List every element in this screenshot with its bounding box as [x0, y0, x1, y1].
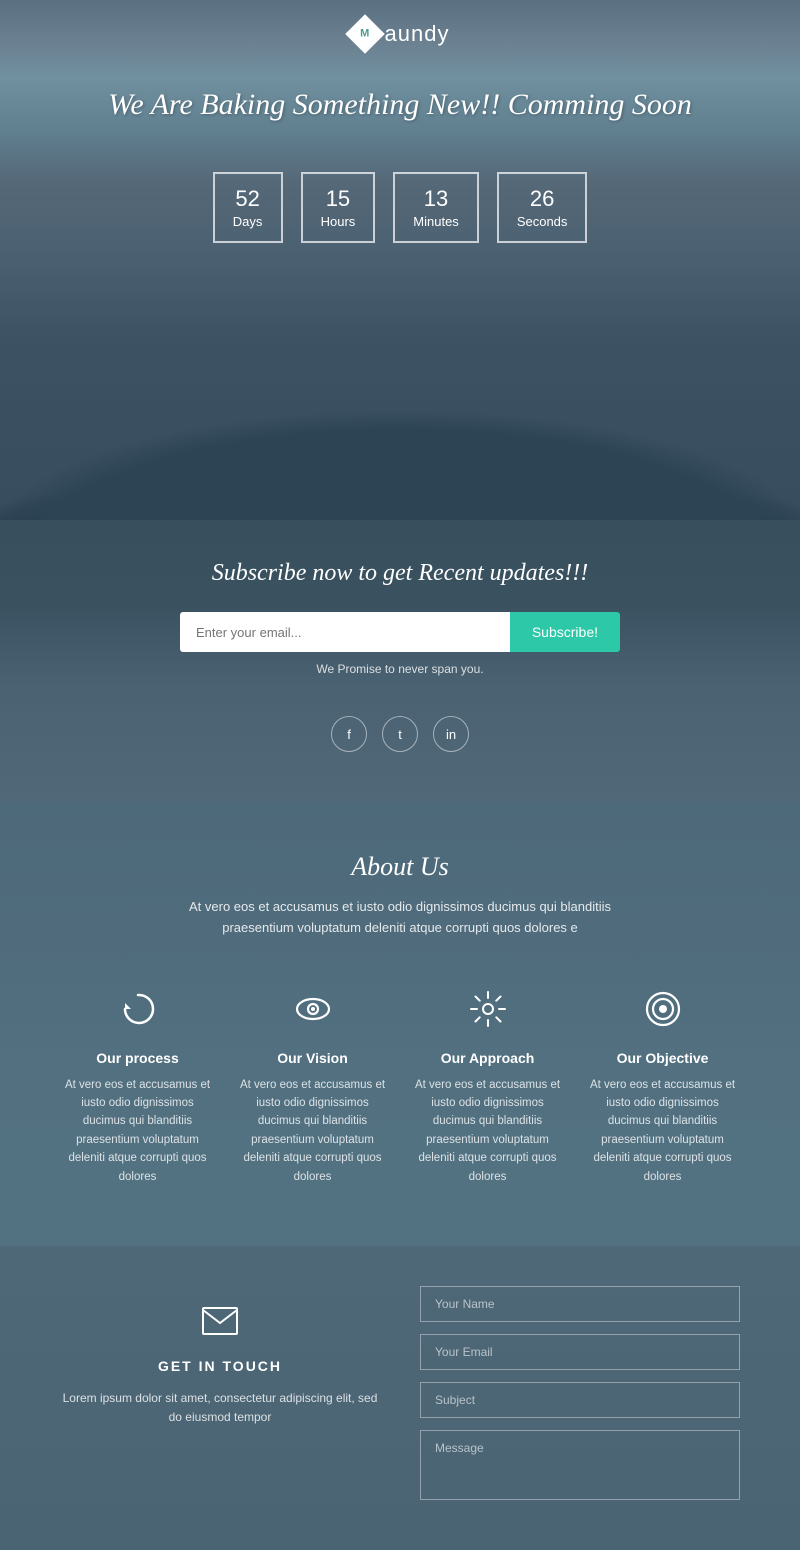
contact-left: GET IN TOUCH Lorem ipsum dolor sit amet,…	[60, 1286, 380, 1500]
days-label: Days	[233, 214, 263, 229]
vision-icon	[293, 989, 333, 1035]
about-description: At vero eos et accusamus et iusto odio d…	[160, 897, 640, 939]
process-text: At vero eos et accusamus et iusto odio d…	[60, 1076, 215, 1186]
contact-message-input[interactable]	[420, 1430, 740, 1500]
hero-section: M aundy We Are Baking Something New!! Co…	[0, 0, 800, 520]
subscribe-heading: Subscribe now to get Recent updates!!!	[20, 560, 780, 587]
logo: M aundy	[351, 20, 450, 48]
approach-text: At vero eos et accusamus et iusto odio d…	[410, 1076, 565, 1186]
feature-approach: Our Approach At vero eos et accusamus et…	[410, 989, 565, 1186]
feature-vision: Our Vision At vero eos et accusamus et i…	[235, 989, 390, 1186]
logo-letter: M	[360, 28, 369, 40]
contact-email-input[interactable]	[420, 1334, 740, 1370]
process-title: Our process	[96, 1050, 178, 1066]
minutes-value: 13	[413, 186, 459, 212]
process-icon	[118, 989, 158, 1035]
features-grid: Our process At vero eos et accusamus et …	[60, 989, 740, 1186]
feature-process: Our process At vero eos et accusamus et …	[60, 989, 215, 1186]
seconds-label: Seconds	[517, 214, 568, 229]
email-input[interactable]	[180, 612, 510, 652]
headline-container: We Are Baking Something New!! Comming So…	[0, 58, 800, 162]
subscribe-section: Subscribe now to get Recent updates!!! S…	[0, 520, 800, 802]
twitter-icon[interactable]: t	[382, 716, 418, 752]
countdown-days: 52 Days	[213, 172, 283, 243]
contact-title: GET IN TOUCH	[158, 1358, 282, 1374]
headline: We Are Baking Something New!! Comming So…	[20, 88, 780, 122]
social-icons: f t in	[20, 706, 780, 772]
countdown-hours: 15 Hours	[301, 172, 376, 243]
countdown-seconds: 26 Seconds	[497, 172, 588, 243]
minutes-label: Minutes	[413, 214, 459, 229]
mail-icon	[202, 1306, 238, 1343]
hours-value: 15	[321, 186, 356, 212]
linkedin-icon[interactable]: in	[433, 716, 469, 752]
contact-section: GET IN TOUCH Lorem ipsum dolor sit amet,…	[0, 1246, 800, 1550]
about-section: About Us At vero eos et accusamus et ius…	[0, 802, 800, 1246]
logo-diamond: M	[345, 14, 385, 54]
logo-text: aundy	[385, 21, 450, 47]
email-form: Subscribe!	[180, 612, 620, 652]
navbar: M aundy	[0, 0, 800, 58]
seconds-value: 26	[517, 186, 568, 212]
objective-icon	[643, 989, 683, 1035]
countdown-minutes: 13 Minutes	[393, 172, 479, 243]
spam-note: We Promise to never span you.	[20, 662, 780, 676]
hours-label: Hours	[321, 214, 356, 229]
contact-description: Lorem ipsum dolor sit amet, consectetur …	[60, 1389, 380, 1427]
objective-text: At vero eos et accusamus et iusto odio d…	[585, 1076, 740, 1186]
countdown: 52 Days 15 Hours 13 Minutes 26 Seconds	[0, 162, 800, 293]
vision-title: Our Vision	[277, 1050, 348, 1066]
days-value: 52	[233, 186, 263, 212]
vision-text: At vero eos et accusamus et iusto odio d…	[235, 1076, 390, 1186]
subscribe-button[interactable]: Subscribe!	[510, 612, 620, 652]
contact-form	[420, 1286, 740, 1500]
facebook-icon[interactable]: f	[331, 716, 367, 752]
about-title: About Us	[60, 852, 740, 882]
objective-title: Our Objective	[617, 1050, 709, 1066]
feature-objective: Our Objective At vero eos et accusamus e…	[585, 989, 740, 1186]
approach-icon	[468, 989, 508, 1035]
contact-name-input[interactable]	[420, 1286, 740, 1322]
approach-title: Our Approach	[441, 1050, 535, 1066]
contact-subject-input[interactable]	[420, 1382, 740, 1418]
